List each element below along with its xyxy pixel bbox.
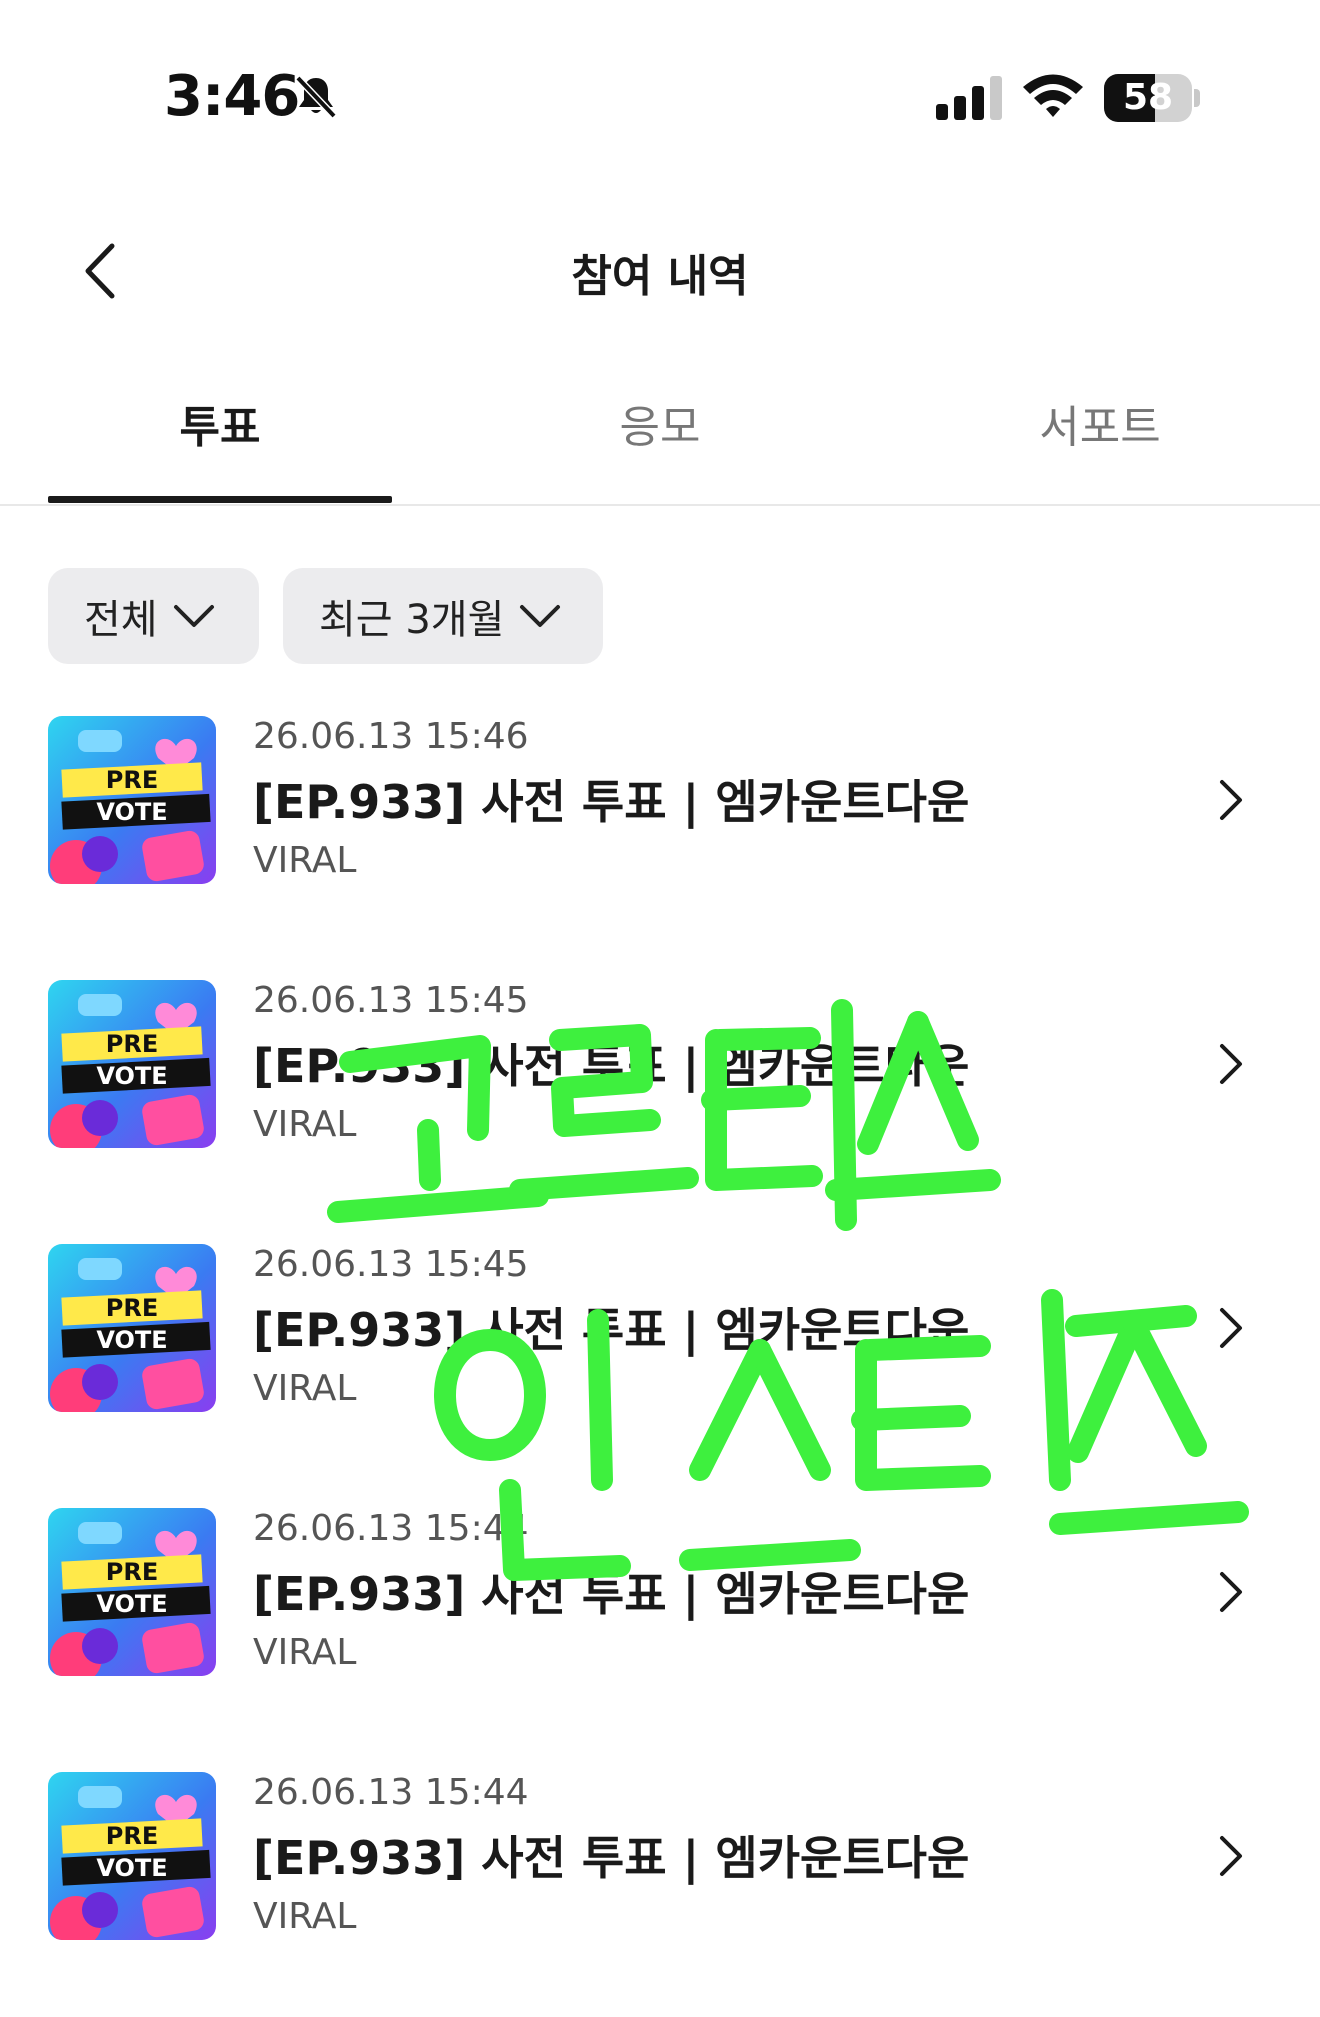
thumbnail-pre-text: PRE	[106, 1030, 158, 1058]
cellular-signal-icon	[936, 76, 1002, 120]
item-title: [EP.933] 사전 투표 | 엠카운트다운	[253, 1039, 970, 1093]
item-date: 26.06.13 15:46	[253, 716, 529, 757]
pre-vote-thumbnail: PRE VOTE	[48, 1772, 216, 1940]
type-filter-dropdown[interactable]: 전체	[48, 568, 259, 664]
tab-vote[interactable]: 투표	[0, 390, 440, 506]
item-date: 26.06.13 15:44	[253, 1508, 529, 1549]
item-category: VIRAL	[253, 1368, 357, 1409]
type-filter-label: 전체	[84, 597, 158, 643]
item-title: [EP.933] 사전 투표 | 엠카운트다운	[253, 1567, 970, 1621]
item-title: [EP.933] 사전 투표 | 엠카운트다운	[253, 1831, 970, 1885]
item-title: [EP.933] 사전 투표 | 엠카운트다운	[253, 1303, 970, 1357]
thumbnail-pre-text: PRE	[106, 1294, 158, 1322]
pre-vote-thumbnail: PRE VOTE	[48, 716, 216, 884]
item-date: 26.06.13 15:45	[253, 980, 529, 1021]
thumbnail-vote-text: VOTE	[96, 1590, 167, 1618]
item-category: VIRAL	[253, 1632, 357, 1673]
pre-vote-thumbnail: PRE VOTE	[48, 1508, 216, 1676]
period-filter-label: 최근 3개월	[319, 597, 505, 643]
item-date: 26.06.13 15:45	[253, 1244, 529, 1285]
item-category: VIRAL	[253, 1896, 357, 1937]
thumbnail-pre-text: PRE	[106, 766, 158, 794]
active-tab-indicator	[48, 496, 392, 503]
list-item[interactable]: PRE VOTE 26.06.13 15:44 [EP.933] 사전 투표 |…	[0, 1508, 1320, 1708]
thumbnail-vote-text: VOTE	[96, 1326, 167, 1354]
tab-support[interactable]: 서포트	[880, 390, 1320, 506]
item-category: VIRAL	[253, 840, 357, 881]
chevron-down-icon	[520, 605, 561, 627]
battery-percentage: 58	[1122, 77, 1174, 118]
chevron-down-icon	[173, 605, 214, 627]
pre-vote-thumbnail: PRE VOTE	[48, 980, 216, 1148]
item-category: VIRAL	[253, 1104, 357, 1145]
chevron-right-icon	[1220, 780, 1242, 820]
thumbnail-vote-text: VOTE	[96, 1062, 167, 1090]
list-item[interactable]: PRE VOTE 26.06.13 15:46 [EP.933] 사전 투표 |…	[0, 716, 1320, 916]
thumbnail-pre-text: PRE	[106, 1558, 158, 1586]
item-title: [EP.933] 사전 투표 | 엠카운트다운	[253, 775, 970, 829]
tab-entry[interactable]: 응모	[440, 390, 880, 506]
status-time: 3:46	[164, 64, 300, 129]
status-bar: 3:46 58	[0, 0, 1320, 190]
pre-vote-thumbnail: PRE VOTE	[48, 1244, 216, 1412]
thumbnail-vote-text: VOTE	[96, 1854, 167, 1882]
wifi-icon	[1023, 74, 1083, 117]
thumbnail-vote-text: VOTE	[96, 798, 167, 826]
chevron-right-icon	[1220, 1572, 1242, 1612]
item-date: 26.06.13 15:44	[253, 1772, 529, 1813]
list-item[interactable]: PRE VOTE 26.06.13 15:44 [EP.933] 사전 투표 |…	[0, 1772, 1320, 1972]
period-filter-dropdown[interactable]: 최근 3개월	[283, 568, 603, 664]
chevron-right-icon	[1220, 1836, 1242, 1876]
list-item[interactable]: PRE VOTE 26.06.13 15:45 [EP.933] 사전 투표 |…	[0, 1244, 1320, 1444]
chevron-right-icon	[1220, 1308, 1242, 1348]
thumbnail-pre-text: PRE	[106, 1822, 158, 1850]
page-title: 참여 내역	[571, 251, 749, 302]
battery-icon: 58	[1104, 74, 1200, 122]
list-item[interactable]: PRE VOTE 26.06.13 15:45 [EP.933] 사전 투표 |…	[0, 980, 1320, 1180]
tab-bar: 투표 응모 서포트	[0, 390, 1320, 506]
chevron-right-icon	[1220, 1044, 1242, 1084]
bell-slash-icon	[295, 75, 337, 119]
